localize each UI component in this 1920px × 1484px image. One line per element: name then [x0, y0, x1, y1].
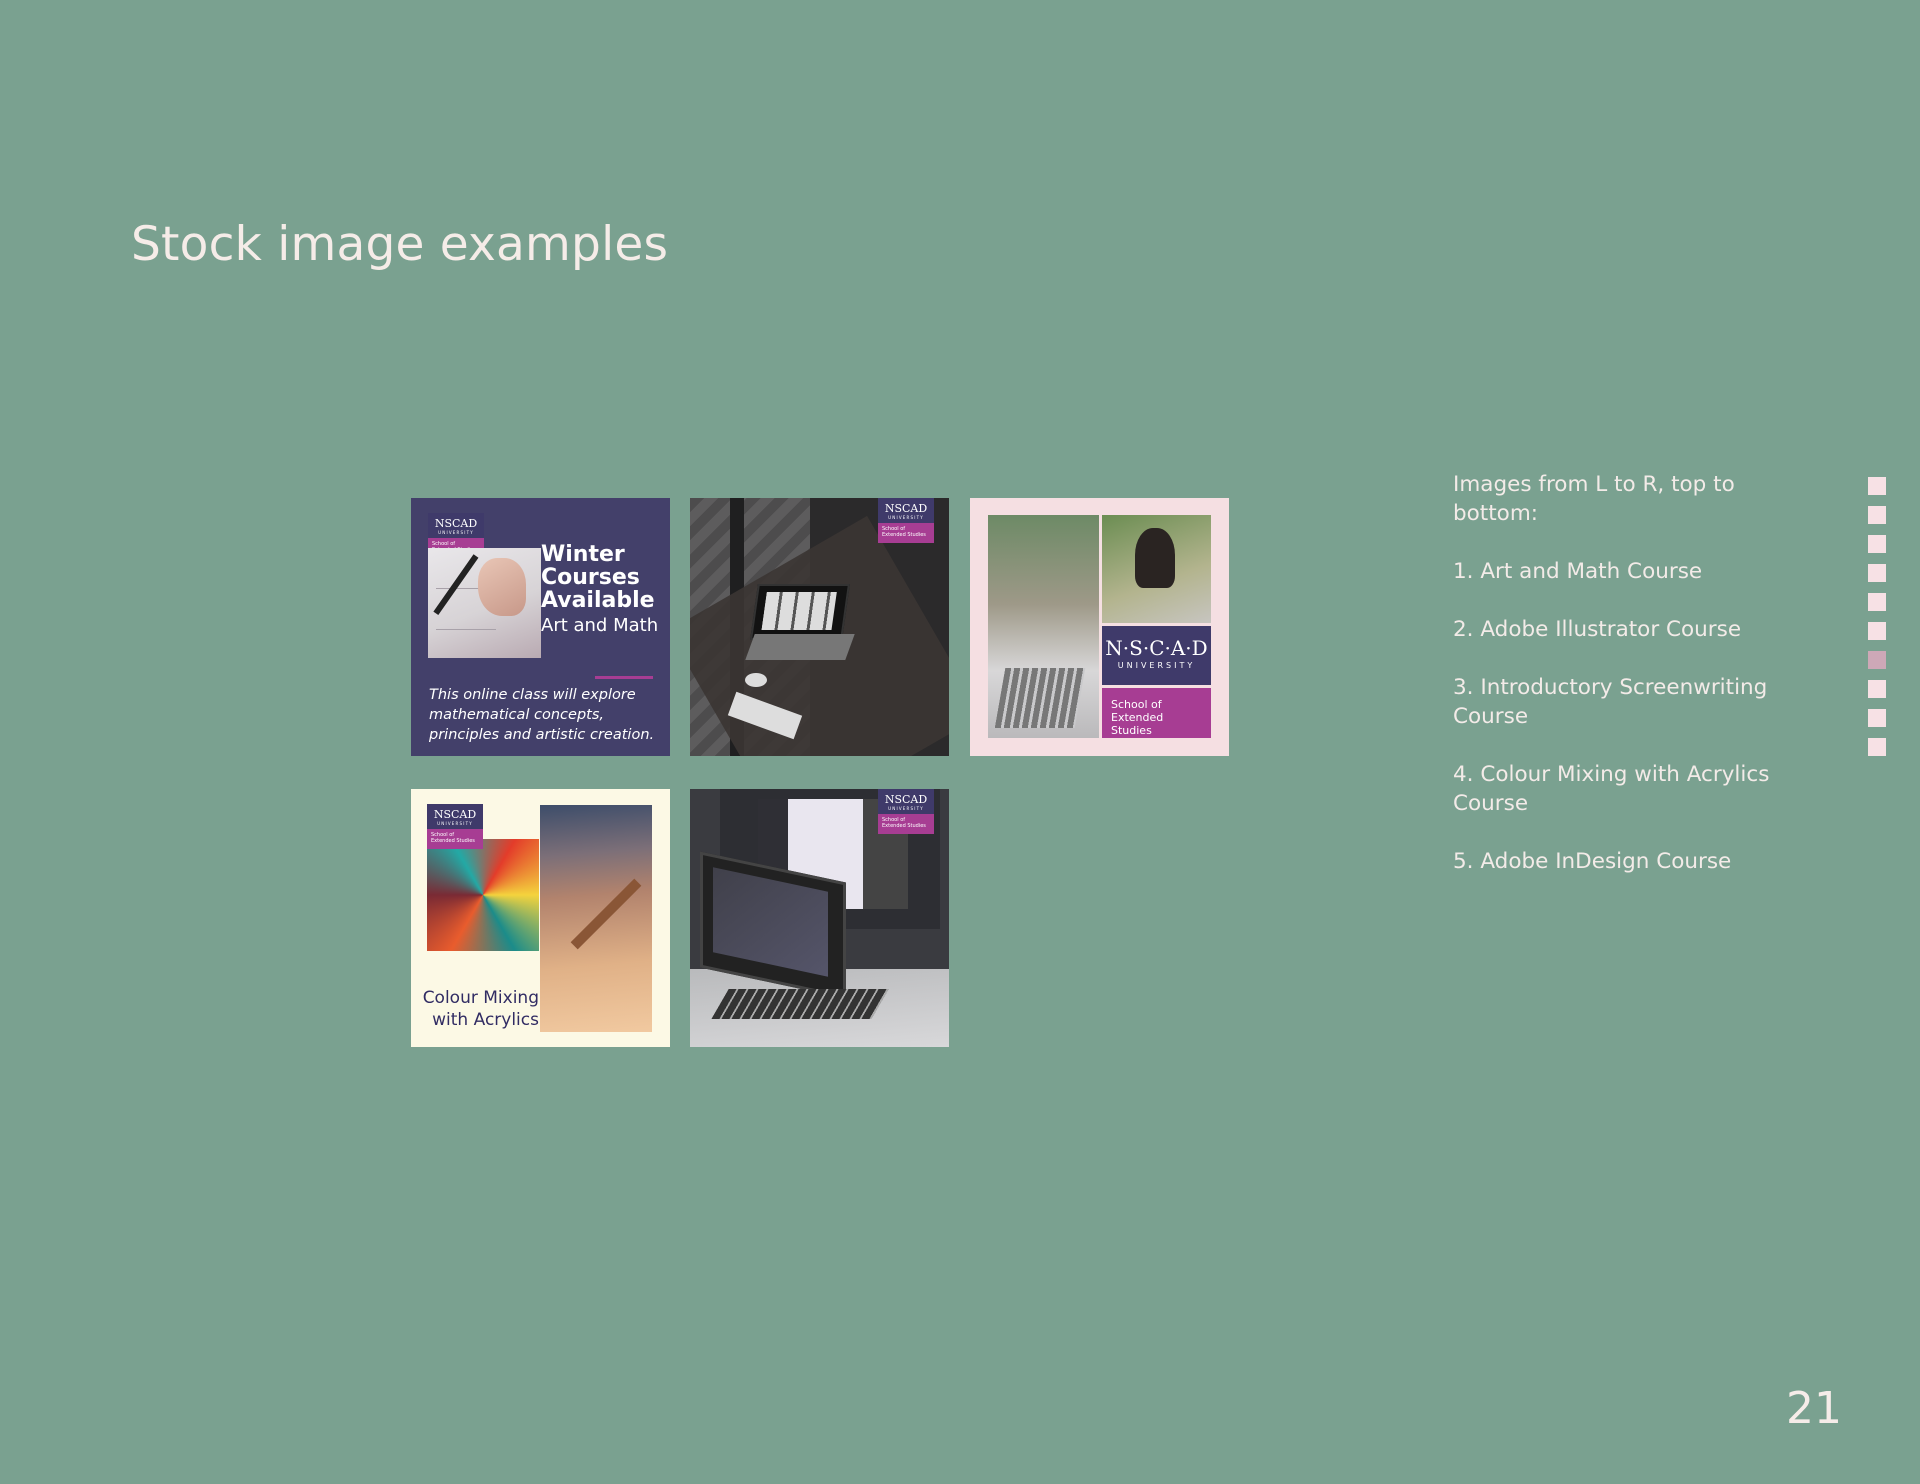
list-item: 5. Adobe InDesign Course: [1453, 849, 1732, 874]
tile-caption: Colour Mixing with Acrylics: [422, 988, 539, 1030]
nscad-logo-panel: N·S·C·A·D UNIVERSITY: [1102, 626, 1211, 685]
stock-image-indesign: NSCAD UNIVERSITY School of Extended Studi…: [690, 789, 949, 1047]
page-dot[interactable]: [1868, 593, 1886, 611]
page-dot[interactable]: [1868, 535, 1886, 553]
stock-image-art-and-math: NSCADUNIVERSITY School of Extended Studi…: [411, 498, 670, 756]
tile-description: This online class will explore mathemati…: [429, 687, 655, 743]
page-dot-active[interactable]: [1868, 651, 1886, 669]
page-dot[interactable]: [1868, 506, 1886, 524]
stock-image-colour-mixing: NSCAD UNIVERSITY School of Extended Studi…: [411, 789, 670, 1047]
list-item: 3. Introductory Screenwriting Course: [1453, 675, 1768, 729]
laptop-photo: [750, 584, 850, 640]
list-item: 4. Colour Mixing with Acrylics Course: [1453, 762, 1770, 816]
page-dot[interactable]: [1868, 477, 1886, 495]
acrylic-paint-photo: [427, 839, 539, 951]
page-dot[interactable]: [1868, 622, 1886, 640]
tile-headline: Winter Courses Available: [541, 542, 655, 613]
page-title: Stock image examples: [131, 217, 669, 273]
school-label: School of Extended Studies: [1102, 688, 1211, 738]
list-item: 2. Adobe Illustrator Course: [1453, 617, 1742, 642]
image-list-intro: Images from L to R, top to bottom:: [1453, 472, 1735, 526]
page-dot[interactable]: [1868, 709, 1886, 727]
page-number: 21: [1786, 1383, 1842, 1434]
page-dot[interactable]: [1868, 680, 1886, 698]
stock-image-screenwriting: N·S·C·A·D UNIVERSITY School of Extended S…: [970, 498, 1229, 756]
page-dot[interactable]: [1868, 738, 1886, 756]
stock-image-illustrator: NSCAD UNIVERSITY School of Extended Studi…: [690, 498, 949, 756]
coffee-cup: [745, 673, 767, 687]
nscad-badge: NSCADUNIVERSITY School of Extended Studi…: [427, 804, 483, 849]
accent-rule: [595, 676, 653, 679]
list-item: 1. Art and Math Course: [1453, 559, 1703, 584]
image-list: Images from L to R, top to bottom: 1. Ar…: [1453, 470, 1783, 905]
nscad-badge: NSCADUNIVERSITY School of Extended Studi…: [878, 498, 934, 543]
tile-subhead: Art and Math: [541, 615, 659, 636]
page-nav-dots: [1868, 477, 1886, 767]
page-dot[interactable]: [1868, 564, 1886, 582]
drawing-hand-photo: [428, 548, 541, 658]
nscad-badge: NSCADUNIVERSITY School of Extended Studi…: [878, 789, 934, 834]
